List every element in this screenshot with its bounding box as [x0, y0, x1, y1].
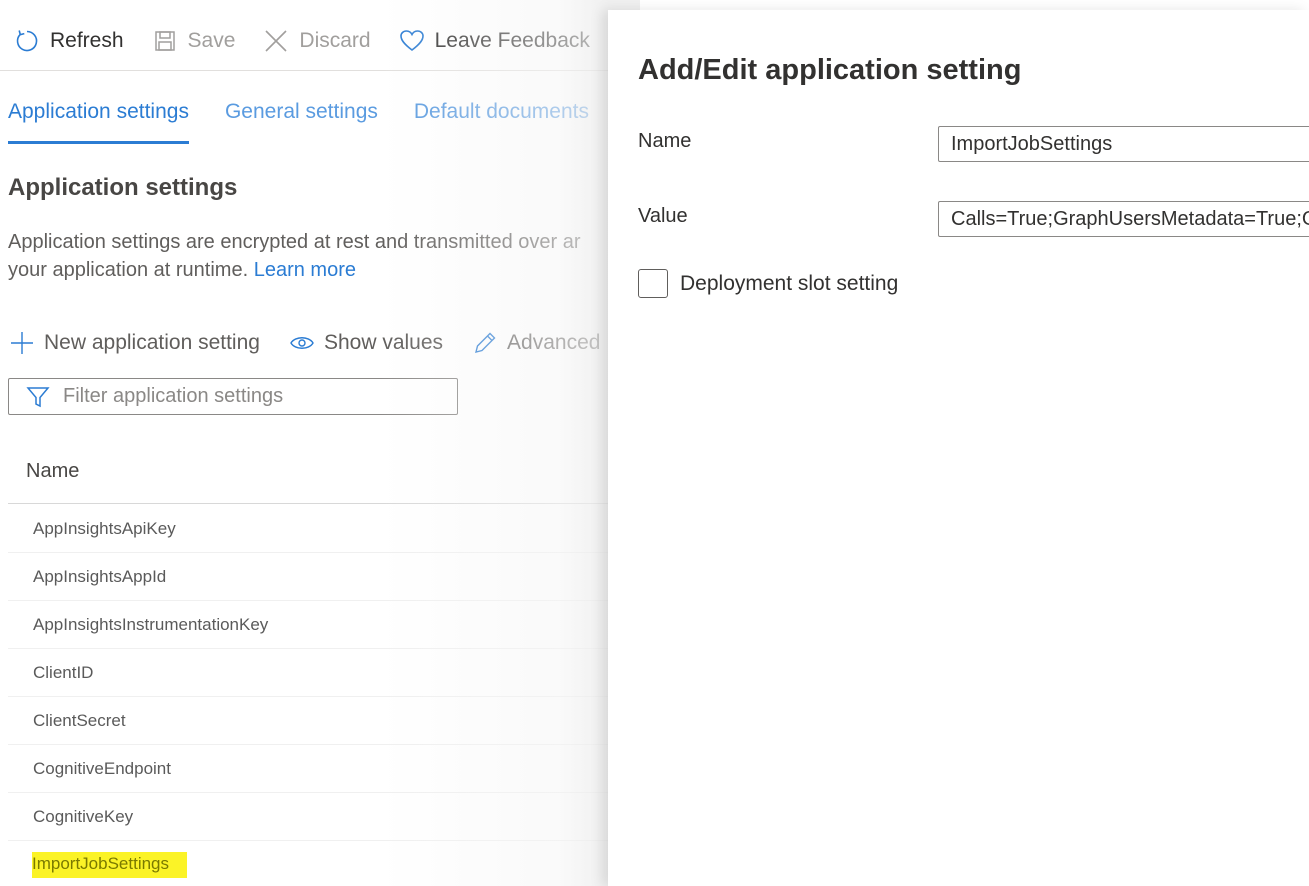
- tab-general-settings[interactable]: General settings: [225, 94, 378, 144]
- app-service-configuration: Refresh Save Discard Leave Feedback Appl…: [0, 0, 1309, 886]
- row-name: ClientSecret: [33, 710, 126, 730]
- value-field[interactable]: [938, 201, 1309, 237]
- save-icon: [152, 28, 178, 54]
- table-row[interactable]: ClientID: [8, 649, 640, 697]
- section-title: Application settings: [8, 174, 238, 201]
- settings-tabs: Application settings General settings De…: [8, 94, 625, 146]
- panel-title: Add/Edit application setting: [638, 54, 1022, 86]
- command-bar-divider: [0, 70, 640, 71]
- refresh-icon: [14, 28, 40, 54]
- deployment-slot-setting[interactable]: Deployment slot setting: [638, 269, 898, 298]
- table-row[interactable]: CognitiveEndpoint: [8, 745, 640, 793]
- discard-label: Discard: [299, 29, 371, 52]
- table-row[interactable]: AppInsightsAppId: [8, 553, 640, 601]
- plus-icon: [8, 329, 36, 357]
- new-application-setting-button[interactable]: New application setting: [8, 329, 260, 357]
- table-row-highlighted[interactable]: ImportJobSettings: [8, 841, 640, 886]
- name-field-label: Name: [638, 130, 692, 152]
- leave-feedback-label: Leave Feedback: [434, 29, 590, 52]
- configuration-page: Refresh Save Discard Leave Feedback Appl…: [0, 0, 640, 886]
- row-name: AppInsightsInstrumentationKey: [33, 614, 269, 634]
- row-name: CognitiveEndpoint: [33, 758, 171, 778]
- table-row[interactable]: AppInsightsApiKey: [8, 505, 640, 553]
- row-name: ClientID: [33, 662, 94, 682]
- table-row[interactable]: ClientSecret: [8, 697, 640, 745]
- advanced-edit-button[interactable]: Advanced: [471, 329, 600, 357]
- discard-button[interactable]: Discard: [249, 18, 384, 64]
- show-values-label: Show values: [323, 331, 444, 354]
- close-icon: [263, 28, 289, 54]
- refresh-button[interactable]: Refresh: [0, 18, 138, 64]
- pencil-icon: [471, 329, 499, 357]
- settings-table: AppInsightsApiKey AppInsightsAppId AppIn…: [8, 505, 640, 886]
- tab-application-settings[interactable]: Application settings: [8, 94, 189, 144]
- value-field-label: Value: [638, 205, 688, 227]
- table-row[interactable]: CognitiveKey: [8, 793, 640, 841]
- heart-icon: [399, 28, 425, 54]
- section-description: Application settings are encrypted at re…: [8, 228, 708, 284]
- eye-icon: [288, 329, 316, 357]
- deployment-slot-label: Deployment slot setting: [680, 271, 899, 295]
- name-field[interactable]: [938, 126, 1309, 162]
- save-button[interactable]: Save: [138, 18, 250, 64]
- row-name-highlighted: ImportJobSettings: [32, 852, 188, 878]
- row-name: AppInsightsAppId: [33, 566, 167, 586]
- show-values-button[interactable]: Show values: [288, 329, 443, 357]
- description-text: your application at runtime.: [8, 259, 249, 281]
- command-bar: Refresh Save Discard Leave Feedback: [0, 18, 640, 64]
- filter-box: [8, 378, 458, 415]
- filter-icon: [25, 384, 51, 410]
- table-row[interactable]: AppInsightsInstrumentationKey: [8, 601, 640, 649]
- advanced-edit-label: Advanced: [507, 331, 601, 354]
- description-line-1: Application settings are encrypted at re…: [8, 231, 581, 253]
- learn-more-link[interactable]: Learn more: [254, 259, 356, 281]
- new-application-setting-label: New application setting: [44, 331, 260, 354]
- row-name: AppInsightsApiKey: [33, 518, 176, 538]
- filter-input[interactable]: [63, 385, 423, 408]
- table-header: Name: [8, 440, 640, 504]
- settings-toolbar: New application setting Show values Adva…: [8, 322, 628, 364]
- column-header-name[interactable]: Name: [26, 460, 79, 483]
- refresh-label: Refresh: [50, 29, 124, 52]
- save-label: Save: [187, 29, 236, 52]
- leave-feedback-button[interactable]: Leave Feedback: [385, 18, 604, 64]
- deployment-slot-checkbox[interactable]: [638, 269, 668, 298]
- row-name: CognitiveKey: [33, 806, 134, 826]
- description-line-2: your application at runtime. Learn more: [8, 256, 708, 284]
- add-edit-setting-panel: Add/Edit application setting Name Value …: [608, 10, 1309, 886]
- tab-default-documents[interactable]: Default documents: [414, 94, 589, 144]
